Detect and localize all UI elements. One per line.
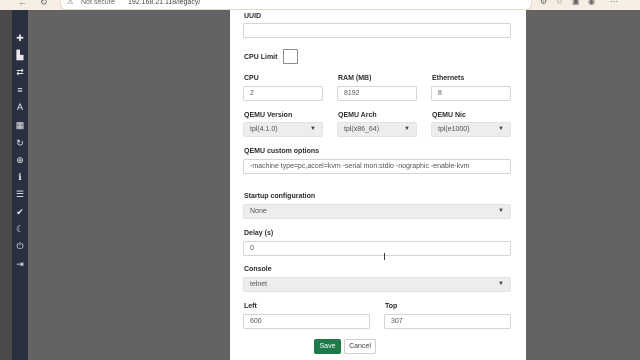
ram-label: RAM (MB) <box>338 75 372 82</box>
uuid-input[interactable] <box>243 23 511 38</box>
startup-config-select[interactable]: None ▼ <box>243 204 511 219</box>
qemu-options-label: QEMU custom options <box>244 148 320 155</box>
text-cursor-icon: I <box>383 252 386 263</box>
refresh-icon[interactable]: ↻ <box>40 0 48 8</box>
console-label: Console <box>244 266 272 273</box>
back-icon[interactable]: ← <box>18 0 27 7</box>
delay-label: Delay (s) <box>244 230 274 237</box>
server-icon[interactable]: ▙ <box>15 50 25 60</box>
browser-toolbar: ← ↻ ⚠ Not secure 192.168.21.118/legacy/ … <box>0 0 640 10</box>
chevron-down-icon: ▼ <box>498 208 504 214</box>
cancel-button[interactable]: Cancel <box>344 339 376 354</box>
node-edit-dialog <box>230 10 526 360</box>
list-icon[interactable]: ☰ <box>15 189 25 199</box>
ram-input[interactable]: 8192 <box>337 86 417 101</box>
security-label: Not secure <box>81 0 115 6</box>
warning-icon: ⚠ <box>67 0 74 6</box>
qemu-arch-select[interactable]: tpl(x86_64) ▼ <box>337 122 417 137</box>
info-icon[interactable]: ℹ <box>15 172 25 182</box>
qemu-options-input[interactable]: -machine type=pc,accel=kvm -serial mon:s… <box>243 159 511 174</box>
chevron-down-icon: ▼ <box>404 126 410 132</box>
refresh-icon[interactable]: ↻ <box>15 138 25 148</box>
url-text: 192.168.21.118/legacy/ <box>128 0 201 6</box>
grid-icon[interactable]: ▦ <box>15 120 25 130</box>
align-left-icon[interactable]: ≡ <box>15 85 25 95</box>
swap-icon[interactable]: ⇄ <box>15 67 25 77</box>
top-label: Top <box>385 303 398 310</box>
ethernets-label: Ethernets <box>432 75 465 82</box>
startup-config-value: None <box>250 208 267 215</box>
logout-icon[interactable]: ⇥ <box>15 259 25 269</box>
qemu-arch-label: QEMU Arch <box>338 112 377 119</box>
menu-icon[interactable]: ⋯ <box>610 0 618 6</box>
text-icon[interactable]: A <box>15 102 25 112</box>
profile-icon[interactable]: ◉ <box>588 0 595 6</box>
check-circle-icon[interactable]: ✔ <box>15 207 25 217</box>
chevron-down-icon: ▼ <box>310 126 316 132</box>
ethernets-input[interactable]: 8 <box>431 86 511 101</box>
delay-input[interactable]: 0 <box>243 241 511 256</box>
cpu-input[interactable]: 2 <box>243 86 323 101</box>
moon-icon[interactable]: ☾ <box>15 224 25 234</box>
console-value: telnet <box>250 281 268 288</box>
window-edge <box>0 10 12 360</box>
cpu-label: CPU <box>244 75 259 82</box>
collections-icon[interactable]: ▣ <box>572 0 580 6</box>
left-input[interactable]: 600 <box>243 314 370 329</box>
sidebar <box>12 10 28 360</box>
uuid-label: UUID <box>244 13 262 20</box>
qemu-version-select[interactable]: tpl(4.1.0) ▼ <box>243 122 323 137</box>
startup-config-label: Startup configuration <box>244 193 316 200</box>
qemu-nic-label: QEMU Nic <box>432 112 466 119</box>
address-bar[interactable]: ⚠ Not secure 192.168.21.118/legacy/ <box>60 0 532 10</box>
extensions-icon[interactable]: ⚙ <box>540 0 547 6</box>
power-icon[interactable]: ⏻ <box>15 241 25 251</box>
console-select[interactable]: telnet ▼ <box>243 277 511 292</box>
chevron-down-icon: ▼ <box>498 126 504 132</box>
qemu-nic-value: tpl(e1000) <box>438 126 470 133</box>
plus-icon[interactable]: ✚ <box>15 33 25 43</box>
qemu-arch-value: tpl(x86_64) <box>344 126 380 133</box>
left-label: Left <box>244 303 257 310</box>
favorites-icon[interactable]: ☆ <box>556 0 563 6</box>
cpu-limit-label: CPU Limit <box>244 54 278 61</box>
cpu-limit-checkbox[interactable] <box>283 49 298 64</box>
top-input[interactable]: 307 <box>384 314 511 329</box>
save-button[interactable]: Save <box>314 339 341 354</box>
qemu-version-label: QEMU Version <box>244 112 293 119</box>
qemu-version-value: tpl(4.1.0) <box>250 126 278 133</box>
zoom-in-icon[interactable]: ⊕ <box>15 155 25 165</box>
qemu-nic-select[interactable]: tpl(e1000) ▼ <box>431 122 511 137</box>
chevron-down-icon: ▼ <box>498 281 504 287</box>
